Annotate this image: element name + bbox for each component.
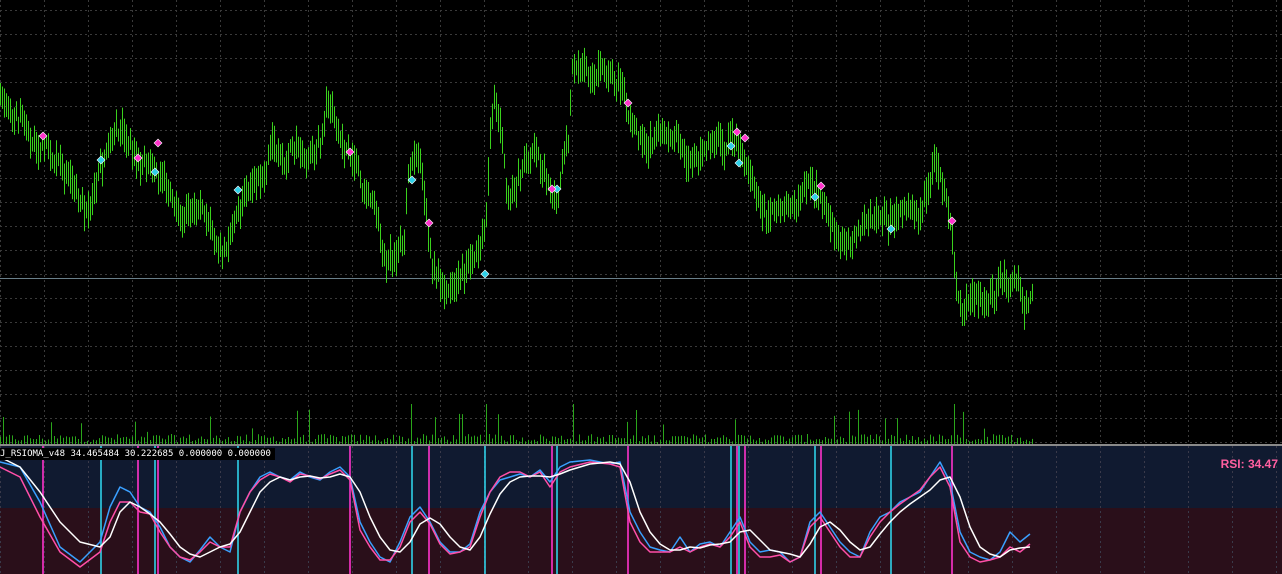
buy-marker	[734, 158, 744, 168]
sell-marker	[153, 138, 163, 148]
indicator-pane[interactable]	[0, 446, 1282, 574]
volume-bars	[0, 404, 1033, 444]
price-chart-pane[interactable]	[0, 0, 1282, 444]
candles	[0, 47, 1033, 330]
signal-lines	[42, 446, 953, 574]
price-chart	[0, 0, 1282, 444]
rsioma-chart	[0, 446, 1277, 574]
buy-marker	[407, 175, 417, 185]
buy-marker	[480, 269, 490, 279]
sell-marker	[947, 216, 957, 226]
rsi-readout: RSI: 34.47	[1220, 457, 1278, 471]
indicator-label: J_RSIOMA_v48 34.465484 30.222685 0.00000…	[0, 448, 275, 460]
sell-marker	[38, 131, 48, 141]
sell-marker	[740, 133, 750, 143]
buy-marker	[233, 185, 243, 195]
